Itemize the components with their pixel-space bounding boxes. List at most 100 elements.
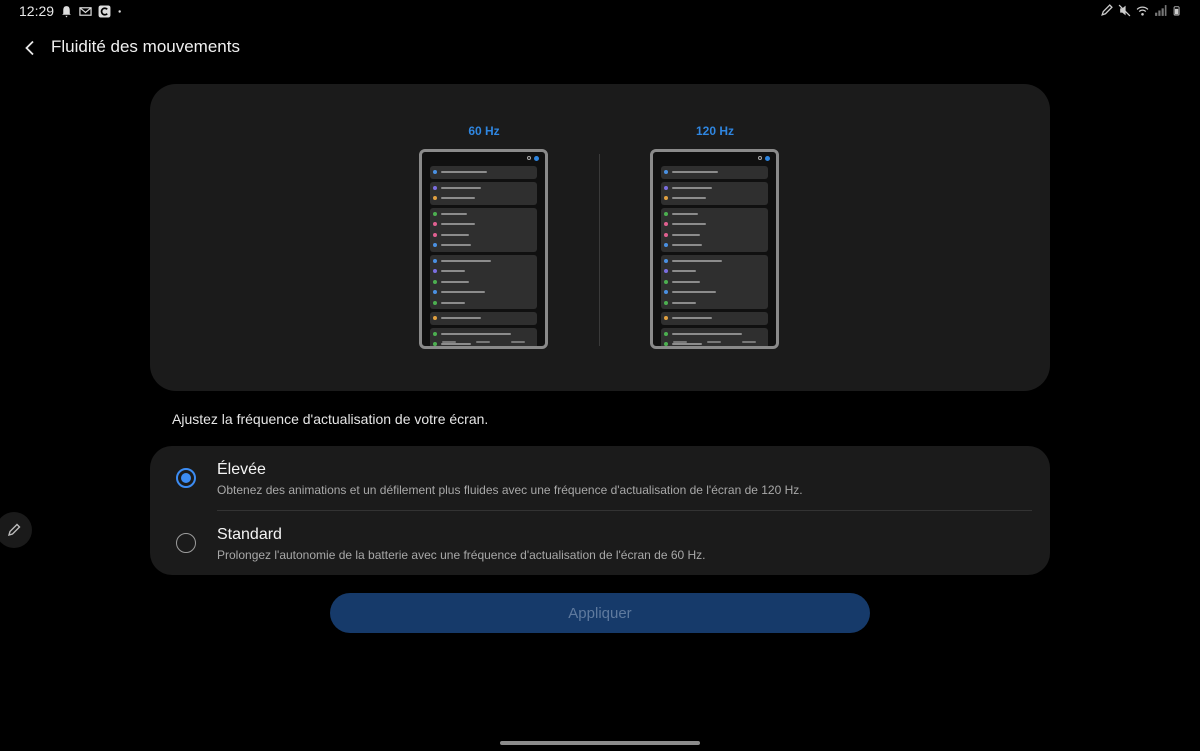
- mini-settings-label-line: [441, 280, 469, 283]
- mini-settings-icon: [664, 232, 668, 237]
- home-indicator[interactable]: [500, 741, 700, 745]
- search-icon: [758, 156, 762, 160]
- mini-settings-label-line: [441, 171, 487, 174]
- outlook-icon: [79, 7, 92, 16]
- mini-settings-row: [661, 266, 768, 277]
- wifi-icon: [1136, 6, 1149, 16]
- profile-icon: [765, 156, 770, 161]
- mini-settings-label-line: [441, 301, 465, 304]
- mini-settings-row: [661, 256, 768, 267]
- mini-settings-label-line: [672, 197, 706, 200]
- mini-settings-group: [661, 166, 768, 179]
- tablet-nav-bar: [432, 341, 535, 343]
- mini-settings-group: [661, 181, 768, 205]
- status-time: 12:29: [19, 3, 55, 19]
- mini-settings-label-line: [441, 244, 471, 247]
- mini-settings-icon: [433, 243, 437, 248]
- label-120hz: 120 Hz: [695, 124, 735, 138]
- mini-settings-label-line: [441, 197, 475, 200]
- page-title: Fluidité des mouvements: [51, 37, 240, 56]
- mini-settings-icon: [664, 279, 668, 284]
- mini-settings-label-line: [672, 270, 696, 273]
- mini-settings-row: [430, 209, 537, 220]
- mini-settings-label-line: [672, 223, 706, 226]
- radio-standard[interactable]: [176, 533, 196, 553]
- mini-settings-label-line: [441, 212, 467, 215]
- mini-settings-row: [661, 287, 768, 298]
- option-high-title: Élevée: [217, 461, 266, 478]
- mini-settings-group: [430, 181, 537, 205]
- mini-settings-icon: [433, 185, 437, 190]
- mini-settings-row: [661, 313, 768, 324]
- mini-settings-icon: [433, 222, 437, 227]
- option-high[interactable]: Élevée Obtenez des animations et un défi…: [150, 446, 1050, 511]
- status-right-icons: [1100, 4, 1182, 17]
- mini-settings-label-line: [672, 212, 698, 215]
- mini-settings-icon: [433, 211, 437, 216]
- option-standard-title: Standard: [217, 526, 282, 543]
- mini-settings-row: [430, 287, 537, 298]
- mini-settings-label-line: [672, 343, 702, 346]
- mini-settings-row: [430, 219, 537, 230]
- mini-settings-label-line: [441, 186, 481, 189]
- tablet-preview-60hz: [419, 149, 548, 349]
- mini-settings-row: [430, 277, 537, 288]
- mini-settings-icon: [664, 170, 668, 175]
- mini-settings-icon: [433, 290, 437, 295]
- search-icon: [527, 156, 531, 160]
- mini-settings-icon: [433, 300, 437, 305]
- mini-settings-row: [661, 183, 768, 194]
- mini-settings-group: [430, 327, 537, 346]
- battery-icon: [1173, 6, 1180, 16]
- mini-settings-row: [661, 230, 768, 241]
- mini-settings-group: [661, 254, 768, 309]
- mini-settings-group: [430, 254, 537, 309]
- mini-settings-icon: [664, 185, 668, 190]
- mini-settings-icon: [664, 196, 668, 201]
- mini-settings-group: [661, 207, 768, 252]
- refresh-rate-options: Élevée Obtenez des animations et un défi…: [150, 446, 1050, 575]
- mini-settings-label-line: [441, 259, 491, 262]
- description-text: Ajustez la fréquence d'actualisation de …: [172, 411, 489, 427]
- mini-settings-row: [661, 209, 768, 220]
- option-standard-description: Prolongez l'autonomie de la batterie ave…: [217, 548, 706, 562]
- mini-settings-icon: [664, 331, 668, 336]
- mini-settings-icon: [433, 258, 437, 263]
- mini-settings-row: [661, 193, 768, 204]
- mini-settings-row: [661, 298, 768, 309]
- mini-settings-row: [430, 183, 537, 194]
- mini-settings-row: [430, 193, 537, 204]
- apply-button[interactable]: Appliquer: [330, 593, 870, 633]
- mini-settings-label-line: [441, 332, 511, 335]
- tablet-top-bar: [653, 152, 776, 164]
- mini-settings-label-line: [672, 280, 700, 283]
- mini-settings-icon: [664, 269, 668, 274]
- mini-settings-group: [430, 312, 537, 325]
- mini-settings-label-line: [672, 291, 716, 294]
- mini-settings-row: [661, 277, 768, 288]
- mini-settings-row: [430, 256, 537, 267]
- label-60hz: 60 Hz: [468, 124, 500, 138]
- tablet-preview-120hz: [650, 149, 779, 349]
- mini-settings-group: [661, 312, 768, 325]
- option-standard[interactable]: Standard Prolongez l'autonomie de la bat…: [150, 511, 1050, 575]
- mini-settings-row: [430, 266, 537, 277]
- mini-settings-icon: [664, 300, 668, 305]
- mini-settings-icon: [664, 316, 668, 321]
- mini-settings-icon: [433, 331, 437, 336]
- back-button[interactable]: [16, 34, 44, 62]
- mini-settings-label-line: [672, 317, 712, 320]
- mini-settings-group: [661, 327, 768, 346]
- edge-panel-handle[interactable]: [0, 512, 32, 548]
- profile-icon: [534, 156, 539, 161]
- mini-settings-group: [430, 207, 537, 252]
- refresh-rate-preview: 60 Hz 120 Hz: [150, 84, 1050, 391]
- mini-settings-icon: [433, 279, 437, 284]
- radio-high-selected[interactable]: [176, 468, 196, 488]
- mini-settings-label-line: [441, 270, 465, 273]
- mini-settings-row: [430, 167, 537, 178]
- pen-icon: [1101, 4, 1113, 16]
- mini-settings-row: [430, 298, 537, 309]
- mute-icon: [1118, 4, 1131, 17]
- mini-settings-row: [661, 167, 768, 178]
